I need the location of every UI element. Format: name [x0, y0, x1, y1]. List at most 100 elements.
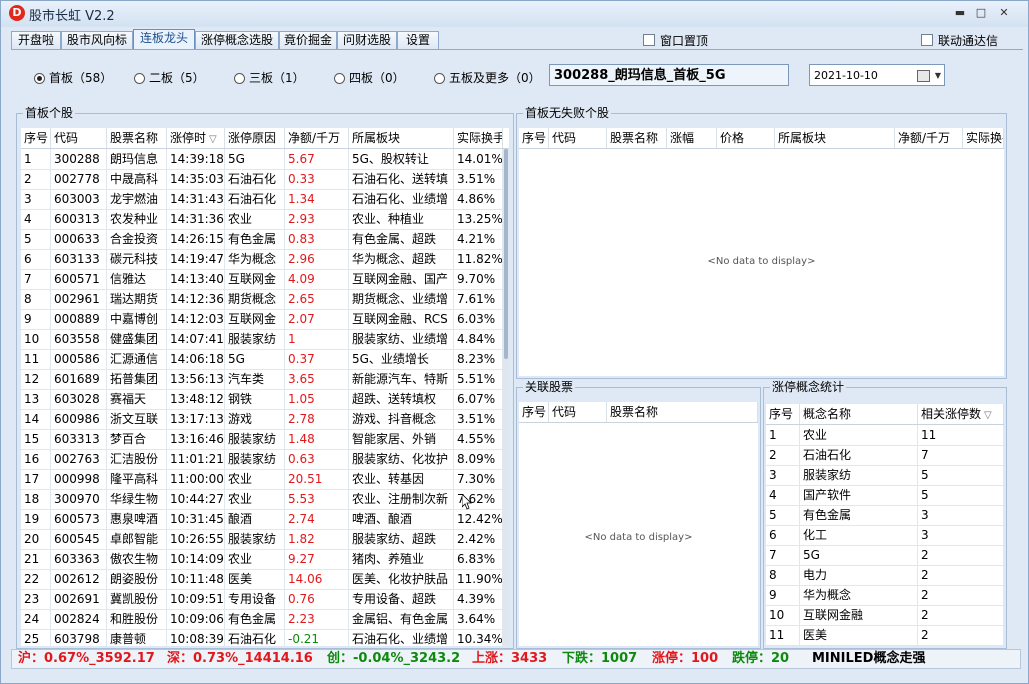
table-row[interactable]: 2 002778 中晟高科 14:35:03 石油石化 0.33 石油石化、送转填 3.51%	[21, 169, 503, 190]
column-header[interactable]: 股票名称	[107, 128, 167, 148]
table-cell: 4.09	[285, 269, 349, 289]
column-header[interactable]: 序号	[766, 404, 800, 424]
concept-stats-table[interactable]: 序号 概念名称 相关涨停数 ▽ 1 农业 11 2 石油石化 7 3 服装家纺 5 4 国产软件 5 5 有色金…	[766, 404, 1004, 646]
table-cell: 3.64%	[454, 609, 503, 629]
minimize-icon[interactable]: ▬	[951, 6, 969, 20]
table-cell: 3	[21, 189, 51, 209]
vertical-scrollbar[interactable]	[503, 149, 509, 646]
table-cell: 互联网金融、RCS	[349, 309, 454, 329]
table-row[interactable]: 14 600986 浙文互联 13:17:13 游戏 2.78 游戏、抖音概念 3.51%	[21, 409, 503, 430]
tab-kaipanla[interactable]: 开盘啦	[11, 31, 61, 49]
maximize-icon[interactable]: □	[972, 6, 990, 20]
table-cell: 服装家纺	[225, 449, 285, 469]
radio-third-board[interactable]: 三板（1）	[234, 69, 305, 86]
table-row[interactable]: 3 服装家纺 5	[766, 465, 1004, 486]
table-row[interactable]: 3 603003 龙宇燃油 14:31:43 石油石化 1.34 石油石化、业绩增 4.86%	[21, 189, 503, 210]
table-row[interactable]: 10 互联网金融 2	[766, 605, 1004, 626]
table-row[interactable]: 2 石油石化 7	[766, 445, 1004, 466]
column-header[interactable]: 涨幅	[667, 128, 717, 148]
table-row[interactable]: 19 600573 惠泉啤酒 10:31:45 酿酒 2.74 啤酒、酿酒 12.42%	[21, 509, 503, 530]
table-cell: 19	[21, 509, 51, 529]
limit-up-count: 涨停：100	[652, 651, 719, 666]
tab-auction-mining[interactable]: 竟价掘金	[279, 31, 337, 49]
tab-concept-picker[interactable]: 涨停概念选股	[195, 31, 279, 49]
date-picker[interactable]: 2021-10-10 ▼	[809, 64, 945, 86]
first-board-table[interactable]: 序号 代码 股票名称 涨停时 ▽ 涨停原因 净额/千万 所属板块 实际换手 1 300288 朗玛信…	[21, 128, 509, 646]
column-header[interactable]: 概念名称	[800, 404, 918, 424]
radio-second-board[interactable]: 二板（5）	[134, 69, 205, 86]
theme-message: MINILED概念走强	[812, 651, 926, 666]
column-header[interactable]: 股票名称	[607, 128, 667, 148]
column-header[interactable]: 代码	[51, 128, 107, 148]
title-bar[interactable]: D 股市长虹 V2.2 ▬ □ ✕	[1, 1, 1028, 27]
table-row[interactable]: 16 002763 汇洁股份 11:01:21 服装家纺 0.63 服装家纺、化妆护 8.09…	[21, 449, 503, 470]
column-header[interactable]: 净额/千万	[285, 128, 349, 148]
table-row[interactable]: 6 603133 碳元科技 14:19:47 华为概念 2.96 华为概念、超跌 11.82%	[21, 249, 503, 270]
table-row[interactable]: 25 603798 康普顿 10:08:39 石油石化 -0.21 石油石化、业绩增 10.3…	[21, 629, 503, 646]
table-row[interactable]: 24 002824 和胜股份 10:09:06 有色金属 2.23 金属铝、有色金属 3.64…	[21, 609, 503, 630]
table-cell: 拓普集团	[107, 369, 167, 389]
selected-stock-field[interactable]: 300288_朗玛信息_首板_5G	[549, 64, 789, 86]
table-row[interactable]: 18 300970 华绿生物 10:44:27 农业 5.53 农业、注册制次新 7.62%	[21, 489, 503, 510]
table-row[interactable]: 12 601689 拓普集团 13:56:13 汽车类 3.65 新能源汽车、特斯 5.51%	[21, 369, 503, 390]
table-row[interactable]: 1 300288 朗玛信息 14:39:18 5G 5.67 5G、股权转让 14.01%	[21, 149, 503, 170]
table-row[interactable]: 7 5G 2	[766, 545, 1004, 566]
table-row[interactable]: 9 000889 中嘉博创 14:12:03 互联网金 2.07 互联网金融、RCS 6.03…	[21, 309, 503, 330]
column-header[interactable]: 代码	[549, 402, 607, 422]
radio-first-board[interactable]: 首板（58）	[34, 69, 112, 86]
link-tdx-checkbox[interactable]: 联动通达信	[921, 32, 998, 49]
table-row[interactable]: 23 002691 冀凯股份 10:09:51 专用设备 0.76 专用设备、超跌 4.39%	[21, 589, 503, 610]
tab-settings[interactable]: 设置	[397, 31, 439, 49]
table-cell: 汇洁股份	[107, 449, 167, 469]
table-row[interactable]: 8 002961 瑞达期货 14:12:36 期货概念 2.65 期货概念、业绩增 7.61%	[21, 289, 503, 310]
table-row[interactable]: 20 600545 卓郎智能 10:26:55 服装家纺 1.82 服装家纺、超跌 2.42%	[21, 529, 503, 550]
table-row[interactable]: 5 000633 合金投资 14:26:15 有色金属 0.83 有色金属、超跌 4.21%	[21, 229, 503, 250]
table-row[interactable]: 1 农业 11	[766, 425, 1004, 446]
column-header[interactable]: 相关涨停数 ▽	[918, 404, 1004, 424]
table-row[interactable]: 13 603028 赛福天 13:48:12 钢铁 1.05 超跌、送转填权 6.07%	[21, 389, 503, 410]
radio-fifth-plus-board[interactable]: 五板及更多（0）	[434, 69, 541, 86]
table-row[interactable]: 10 603558 健盛集团 14:07:41 服装家纺 1 服装家纺、业绩增 4.84%	[21, 329, 503, 350]
concept-stats-title: 涨停概念统计	[770, 380, 847, 394]
column-header[interactable]: 序号	[519, 128, 549, 148]
table-row[interactable]: 11 医美 2	[766, 625, 1004, 646]
column-header[interactable]: 序号	[21, 128, 51, 148]
column-header[interactable]: 涨停原因	[225, 128, 285, 148]
table-row[interactable]: 15 603313 梦百合 13:16:46 服装家纺 1.48 智能家居、外销 4.55%	[21, 429, 503, 450]
column-header[interactable]: 序号	[519, 402, 549, 422]
table-row[interactable]: 8 电力 2	[766, 565, 1004, 586]
close-icon[interactable]: ✕	[995, 6, 1013, 20]
column-header[interactable]: 净额/千万	[895, 128, 963, 148]
table-row[interactable]: 12业绩增长2	[766, 645, 1004, 646]
table-row[interactable]: 4 国产软件 5	[766, 485, 1004, 506]
pin-window-checkbox[interactable]: 窗口置顶	[643, 32, 708, 49]
table-row[interactable]: 5 有色金属 3	[766, 505, 1004, 526]
tab-wencai-picker[interactable]: 问财选股	[337, 31, 397, 49]
column-header[interactable]: 代码	[549, 128, 607, 148]
failed-board-table[interactable]: 序号代码 股票名称涨幅 价格 所属板块 净额/千万 实际换手 <No data to di…	[519, 128, 1004, 376]
column-header[interactable]: 实际换手	[963, 128, 1004, 148]
table-row[interactable]: 4 600313 农发种业 14:31:36 农业 2.93 农业、种植业 13.25%	[21, 209, 503, 230]
table-row[interactable]: 7 600571 信雅达 14:13:40 互联网金 4.09 互联网金融、国产 9.70%	[21, 269, 503, 290]
column-header[interactable]: 所属板块	[349, 128, 454, 148]
tab-consecutive-leaders[interactable]: 连板龙头	[133, 29, 195, 50]
radio-icon	[134, 73, 145, 84]
table-row[interactable]: 17 000998 隆平高科 11:00:00 农业 20.51 农业、转基因 7.30%	[21, 469, 503, 490]
table-row[interactable]: 6 化工 3	[766, 525, 1004, 546]
column-header[interactable]: 股票名称	[607, 402, 758, 422]
table-cell: 10	[766, 605, 800, 625]
column-header[interactable]: 所属板块	[775, 128, 895, 148]
table-row[interactable]: 22 002612 朗姿股份 10:11:48 医美 14.06 医美、化妆护肤品 11.90…	[21, 569, 503, 590]
column-header[interactable]: 涨停时 ▽	[167, 128, 225, 148]
table-header: 序号 概念名称 相关涨停数 ▽	[766, 404, 1004, 425]
radio-fourth-board[interactable]: 四板（0）	[334, 69, 405, 86]
scrollbar-thumb[interactable]	[504, 149, 508, 359]
related-stocks-table[interactable]: 序号 代码 股票名称 <No data to display>	[519, 402, 758, 646]
table-row[interactable]: 9 华为概念 2	[766, 585, 1004, 606]
table-row[interactable]: 21 603363 傲农生物 10:14:09 农业 9.27 猪肉、养殖业 6.83%	[21, 549, 503, 570]
column-header[interactable]: 价格	[717, 128, 775, 148]
tab-market-indicator[interactable]: 股市风向标	[61, 31, 133, 49]
table-cell: 11	[766, 625, 800, 645]
column-header[interactable]: 实际换手	[454, 128, 503, 148]
table-row[interactable]: 11 000586 汇源通信 14:06:18 5G 0.37 5G、业绩增长 8.23%	[21, 349, 503, 370]
